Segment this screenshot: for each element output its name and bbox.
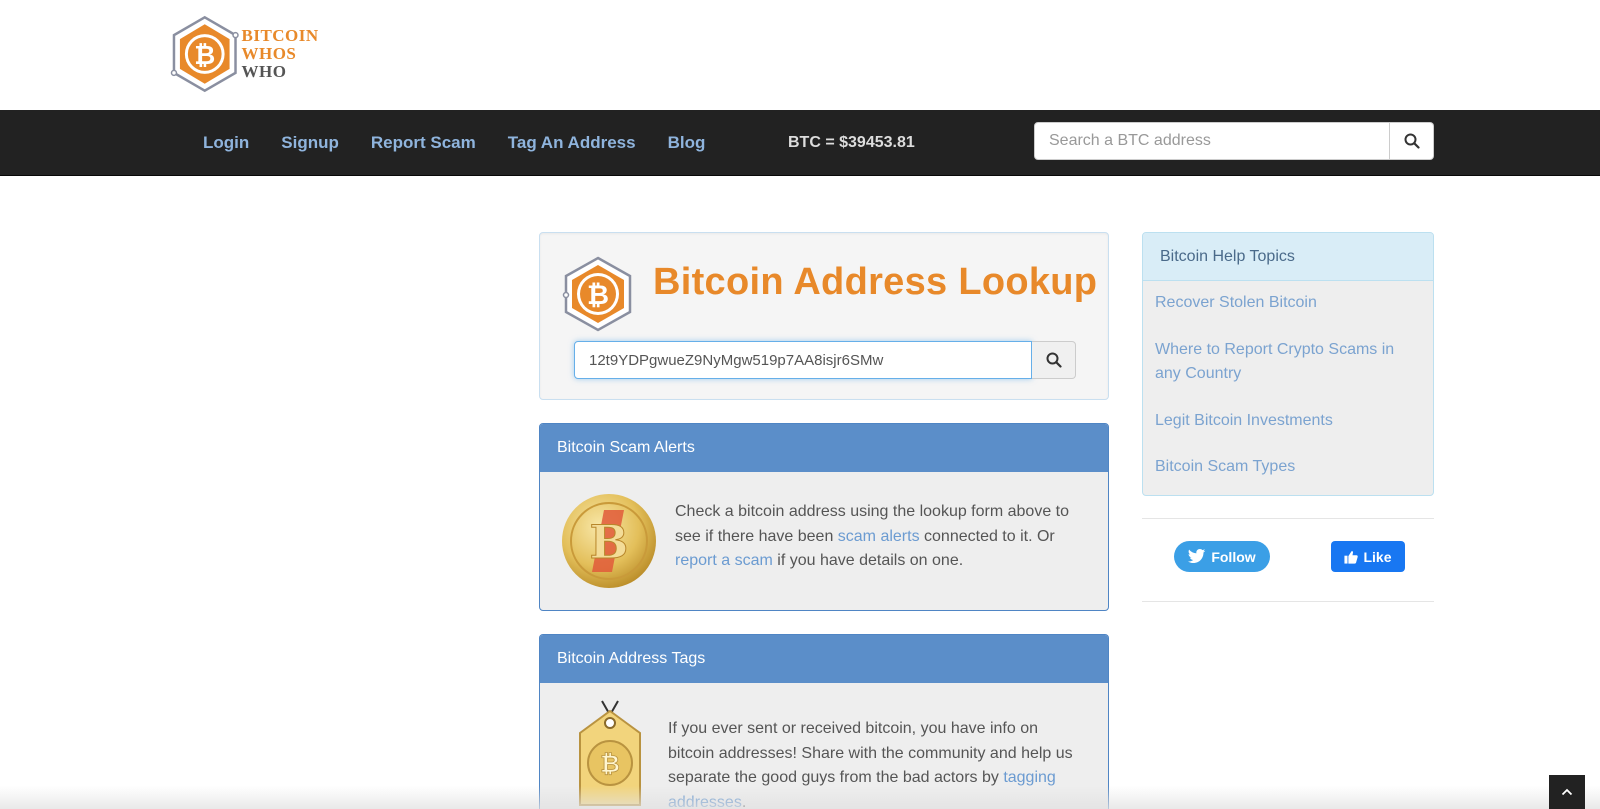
- help-topics-panel: Bitcoin Help Topics Recover Stolen Bitco…: [1142, 232, 1434, 496]
- nav-link-signup[interactable]: Signup: [265, 133, 355, 153]
- address-tags-text: If you ever sent or received bitcoin, yo…: [668, 717, 1088, 809]
- nav-link-tag-an-address[interactable]: Tag An Address: [492, 133, 652, 153]
- bitcoin-hexagon-icon: ₿: [562, 256, 632, 332]
- svg-text:₿: ₿: [587, 280, 609, 311]
- scam-alerts-panel: Bitcoin Scam Alerts B Check a bitcoin ad…: [539, 423, 1109, 611]
- logo-line-2a: WHOS: [241, 44, 297, 63]
- scroll-to-top-button[interactable]: [1549, 775, 1585, 809]
- address-tags-panel: Bitcoin Address Tags ₿ If you ever sent …: [539, 634, 1109, 809]
- twitter-follow-label: Follow: [1211, 548, 1256, 565]
- lookup-form: [574, 341, 1076, 379]
- nav-search-form: [1034, 122, 1434, 160]
- bitcoin-hexagon-logo-icon: ₿: [170, 15, 239, 93]
- svg-text:B: B: [590, 515, 629, 569]
- twitter-follow-button[interactable]: Follow: [1174, 541, 1270, 572]
- facebook-like-label: Like: [1363, 548, 1392, 565]
- address-lookup-panel: ₿ Bitcoin Address Lookup: [539, 232, 1109, 400]
- address-tags-body: ₿ If you ever sent or received bitcoin, …: [540, 683, 1108, 809]
- help-topics-list: Recover Stolen Bitcoin Where to Report C…: [1143, 281, 1433, 480]
- top-navbar: Login Signup Report Scam Tag An Address …: [0, 110, 1600, 176]
- help-topic-recover-stolen-bitcoin[interactable]: Recover Stolen Bitcoin: [1155, 291, 1395, 316]
- logo-wordmark: BITCOIN WHOS WHO: [241, 27, 345, 81]
- nav-search-input[interactable]: [1034, 122, 1390, 160]
- scam-alerts-heading: Bitcoin Scam Alerts: [540, 424, 1108, 472]
- scam-alerts-text-3: if you have details on one.: [772, 552, 964, 569]
- address-tags-text-2: .: [741, 793, 747, 809]
- thumbs-up-icon: [1344, 550, 1359, 564]
- address-tags-heading: Bitcoin Address Tags: [540, 635, 1108, 683]
- social-divider-bottom: [1142, 601, 1434, 602]
- help-topic-scam-types[interactable]: Bitcoin Scam Types: [1155, 455, 1395, 480]
- address-lookup-button[interactable]: [1032, 341, 1076, 379]
- bitcoin-price-tag-icon: ₿: [579, 700, 641, 806]
- svg-text:₿: ₿: [194, 41, 215, 71]
- logo-line-1: BITCOIN: [241, 26, 319, 45]
- search-icon: [1404, 133, 1420, 149]
- search-icon: [1046, 352, 1062, 368]
- nav-search-button[interactable]: [1390, 122, 1434, 160]
- help-topics-heading: Bitcoin Help Topics: [1143, 233, 1433, 281]
- social-divider-top: [1142, 518, 1434, 519]
- twitter-bird-icon: [1188, 549, 1206, 564]
- nav-link-blog[interactable]: Blog: [652, 133, 722, 153]
- nav-link-report-scam[interactable]: Report Scam: [355, 133, 492, 153]
- chevron-up-icon: [1561, 788, 1573, 796]
- site-logo[interactable]: ₿ BITCOIN WHOS WHO: [170, 14, 345, 94]
- site-header: ₿ BITCOIN WHOS WHO: [0, 0, 1600, 110]
- nav-links: Login Signup Report Scam Tag An Address …: [187, 110, 721, 176]
- help-topic-legit-investments[interactable]: Legit Bitcoin Investments: [1155, 409, 1395, 434]
- logo-line-2b: WHO: [241, 62, 287, 81]
- facebook-like-button[interactable]: Like: [1331, 541, 1405, 572]
- nav-link-login[interactable]: Login: [187, 133, 265, 153]
- scam-alerts-text-2: connected to it. Or: [919, 527, 1055, 545]
- scam-alerts-text: Check a bitcoin address using the lookup…: [675, 500, 1085, 574]
- address-lookup-input[interactable]: [574, 341, 1032, 379]
- gold-bitcoin-coin-icon: B: [562, 494, 656, 588]
- btc-price-display: BTC = $39453.81: [788, 134, 915, 151]
- help-topic-report-crypto-scams[interactable]: Where to Report Crypto Scams in any Coun…: [1155, 338, 1395, 387]
- svg-text:₿: ₿: [600, 750, 620, 778]
- scam-alerts-body: B Check a bitcoin address using the look…: [540, 472, 1108, 610]
- report-a-scam-link[interactable]: report a scam: [675, 552, 773, 569]
- lookup-title: Bitcoin Address Lookup: [653, 261, 1098, 303]
- scam-alerts-link[interactable]: scam alerts: [838, 528, 920, 545]
